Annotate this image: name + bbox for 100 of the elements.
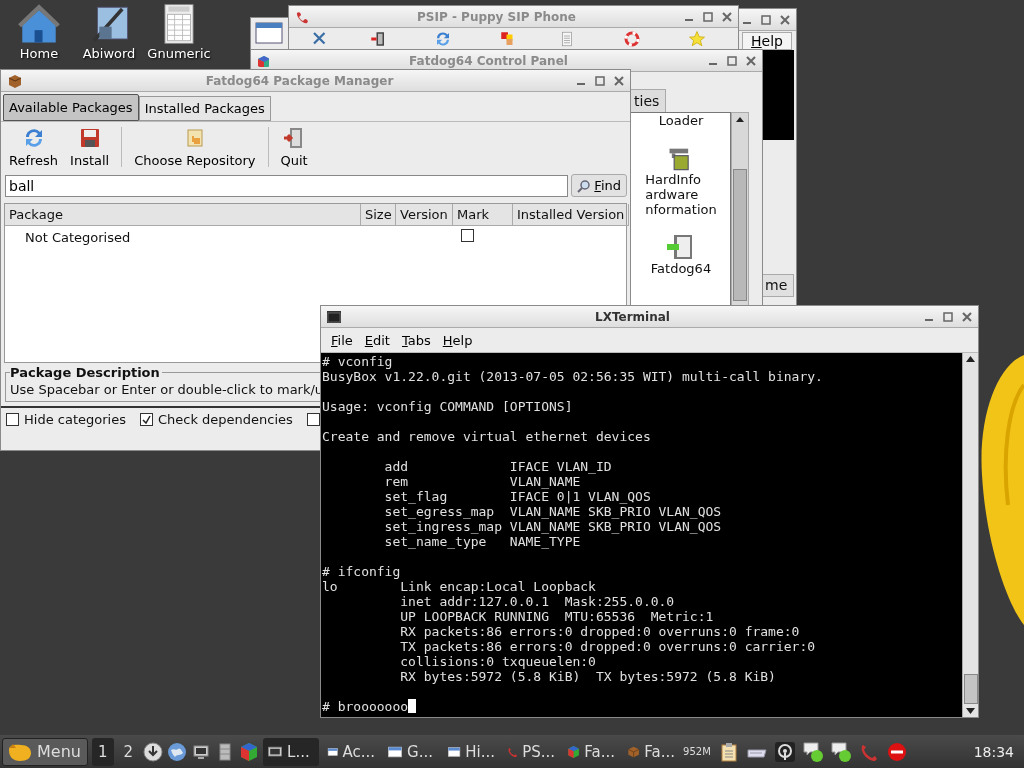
column-header[interactable]: Version	[396, 204, 453, 226]
terminal-line: BusyBox v1.22.0.git (2013-07-05 02:56:35 WIT) multi-call binary.	[322, 369, 824, 384]
help-menu[interactable]: Help	[742, 32, 792, 50]
task-button[interactable]: Fa...	[563, 737, 620, 766]
terminal-line: RX packets:86 errors:0 dropped:0 overruns:0 frame:0	[399, 624, 801, 639]
terminal-line: lo Link encap:Local Loopback	[322, 579, 597, 594]
checkbox[interactable]	[139, 413, 153, 426]
terminal-output[interactable]	[321, 353, 962, 717]
refresh-icon[interactable]	[434, 30, 452, 48]
scrollbar[interactable]	[962, 353, 978, 717]
desktop-icon-label[interactable]: Gnumeric	[147, 46, 211, 61]
stop-icon[interactable]	[886, 741, 907, 762]
lifebuoy-icon[interactable]	[623, 30, 641, 48]
chat-bubble-icon[interactable]	[830, 741, 851, 762]
scroll-up-icon[interactable]	[735, 115, 745, 123]
toolbar-button[interactable]: Quit	[276, 126, 312, 168]
workspace-button[interactable]: 1	[92, 737, 114, 766]
scroll-up-icon[interactable]	[966, 356, 975, 362]
toolbar-button[interactable]: Install	[66, 126, 114, 168]
menu-item[interactable]: Tabs	[395, 332, 437, 349]
star-icon[interactable]	[688, 30, 706, 48]
checkbox-label[interactable]: Check dependencies	[157, 412, 293, 427]
scrollbar[interactable]	[731, 112, 749, 306]
cube-icon[interactable]	[257, 54, 269, 67]
terminal-line: add IFACE VLAN_ID	[383, 459, 613, 474]
window-title: Fatdog64 Control Panel	[408, 53, 569, 68]
exit-door-icon[interactable]	[369, 30, 387, 48]
globe-icon[interactable]	[167, 741, 188, 762]
maximize-icon[interactable]	[595, 75, 605, 86]
door-arrow-icon[interactable]	[666, 233, 694, 261]
terminal-line: TX packets:86 errors:0 dropped:0 overruns:0 carrier:0	[399, 639, 817, 654]
terminal-line: RX bytes:5972 (5.8 KiB) TX bytes:5972 (5.8 KiB)	[399, 669, 777, 684]
tab[interactable]: Installed Packages	[138, 96, 271, 121]
close-icon[interactable]	[780, 14, 790, 25]
toolbar-button[interactable]: Refresh	[5, 126, 63, 168]
network-icon[interactable]	[774, 741, 795, 762]
memory-usage: 952M	[683, 746, 711, 757]
task-button[interactable]: Fa...	[623, 737, 680, 766]
chat-bubble-icon[interactable]	[802, 741, 823, 762]
close-icon[interactable]	[746, 55, 756, 66]
window-title: PSIP - Puppy SIP Phone	[416, 9, 577, 24]
toolbar-button[interactable]: Choose Repository	[130, 126, 260, 168]
checkbox-label[interactable]: Hide categories	[24, 412, 126, 427]
terminal-line: collisions:0 txqueuelen:0	[399, 654, 597, 669]
clock[interactable]: 18:34	[973, 743, 1014, 760]
applet-label[interactable]: HardInfo ardware nformation	[643, 172, 717, 217]
menu-item[interactable]: Help	[436, 332, 479, 349]
applet-label[interactable]: Fatdog64	[648, 261, 712, 276]
find-button[interactable]: Find	[571, 174, 627, 197]
tab[interactable]: Available Packages	[3, 94, 139, 121]
menu-button[interactable]: Menu	[2, 737, 88, 766]
terminal-line: set_name_type NAME_TYPE	[383, 534, 582, 549]
menu-item[interactable]: Edit	[358, 332, 396, 349]
maximize-icon[interactable]	[727, 55, 737, 66]
checkbox[interactable]	[461, 229, 474, 242]
text-cursor	[408, 699, 417, 713]
column-header[interactable]: Mark	[453, 204, 513, 226]
phone-icon[interactable]	[295, 9, 309, 24]
search-field[interactable]: ball	[5, 174, 569, 197]
terminal-line: set_flag IFACE 0|1 VLAN_QOS	[383, 489, 652, 504]
dialog-button[interactable]: me	[762, 274, 794, 297]
close-icon[interactable]	[962, 311, 972, 322]
download-icon[interactable]	[143, 741, 164, 762]
desktop-icon-label[interactable]: Home	[19, 46, 59, 61]
task-button[interactable]: Hi...	[443, 737, 500, 766]
terminal-line: # vconfig	[322, 354, 394, 369]
task-button[interactable]: Ac...	[323, 737, 380, 766]
tab[interactable]: ties	[629, 89, 667, 112]
terminal-line: # brooooooo	[322, 699, 409, 714]
menu-item[interactable]: File	[325, 332, 359, 349]
maximize-icon[interactable]	[761, 14, 771, 25]
column-header[interactable]: Package	[5, 204, 361, 226]
column-header[interactable]: Size	[361, 204, 396, 226]
terminal-line: set_egress_map VLAN_NAME SKB_PRIO VLAN_QOS	[383, 504, 723, 519]
task-button[interactable]: PS...	[503, 737, 560, 766]
desktop-icon-label[interactable]: Abiword	[82, 46, 136, 61]
cube-icon	[567, 743, 581, 760]
maximize-icon[interactable]	[943, 311, 953, 322]
column-header[interactable]: Installed Version	[513, 204, 630, 226]
scrollbar-thumb[interactable]	[963, 674, 978, 704]
task-button[interactable]: L...	[263, 737, 320, 766]
section-title: Package Description	[10, 365, 161, 380]
maximize-icon[interactable]	[703, 11, 713, 22]
scroll-down-icon[interactable]	[966, 708, 975, 714]
window-icon[interactable]	[255, 22, 283, 44]
table-cell[interactable]: Not Categorised	[5, 229, 453, 245]
clipboard-icon[interactable]	[718, 741, 739, 762]
workspace-button[interactable]: 2	[117, 737, 140, 766]
checkbox[interactable]	[6, 413, 19, 426]
terminal-icon[interactable]	[327, 310, 341, 323]
terminal-line: inet addr:127.0.0.1 Mask:255.0.0.0	[399, 594, 676, 609]
close-icon[interactable]	[614, 75, 624, 86]
close-icon[interactable]	[722, 11, 732, 22]
task-button[interactable]: G...	[383, 737, 440, 766]
scrollbar-thumb[interactable]	[733, 169, 747, 301]
applet-label[interactable]: Loader	[656, 113, 704, 128]
checkbox[interactable]	[306, 413, 320, 426]
cube-icon[interactable]	[239, 741, 260, 762]
package-icon[interactable]	[7, 72, 23, 89]
terminal-line: UP LOOPBACK RUNNING MTU:65536 Metric:1	[399, 609, 715, 624]
